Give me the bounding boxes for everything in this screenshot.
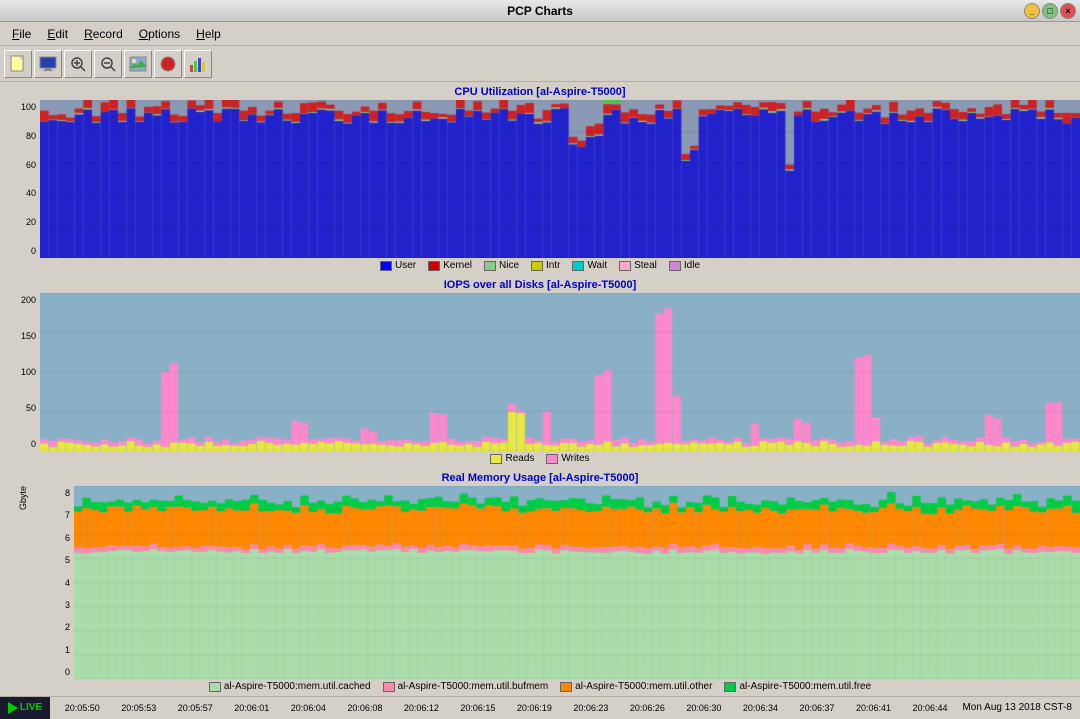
- legend-other: al-Aspire-T5000:mem.util.other: [560, 681, 712, 692]
- legend-kernel: Kernel: [428, 260, 472, 271]
- memory-y-axis: 8 7 6 5 4 3 2 1 0: [50, 486, 74, 679]
- iops-chart-container: 200 150 100 50 0: [0, 293, 1080, 451]
- cpu-chart-section: CPU Utilization [al-Aspire-T5000] 100 80…: [0, 82, 1080, 275]
- cpu-canvas: [40, 100, 1080, 258]
- window-controls: _ □ ×: [1024, 3, 1076, 19]
- legend-free: al-Aspire-T5000:mem.util.free: [724, 681, 871, 692]
- menu-options[interactable]: Options: [131, 25, 188, 43]
- legend-steal: Steal: [619, 260, 657, 271]
- chart-type-button[interactable]: [184, 50, 212, 78]
- zoom-out-button[interactable]: [94, 50, 122, 78]
- iops-canvas: [40, 293, 1080, 451]
- time-axis: 20:05:50 20:05:53 20:05:57 20:06:01 20:0…: [50, 703, 962, 713]
- close-button[interactable]: ×: [1060, 3, 1076, 19]
- iops-legend: Reads Writes: [0, 451, 1080, 466]
- monitor-button[interactable]: [34, 50, 62, 78]
- legend-color-user: [380, 261, 392, 271]
- legend-wait: Wait: [572, 260, 607, 271]
- titlebar-title: PCP Charts: [507, 4, 573, 18]
- live-indicator: LIVE: [0, 697, 50, 719]
- cpu-chart-container: 100 80 60 40 20 0: [0, 100, 1080, 258]
- legend-intr: Intr: [531, 260, 560, 271]
- iops-chart-title: IOPS over all Disks [al-Aspire-T5000]: [0, 279, 1080, 291]
- memory-y-label: Gbyte: [18, 486, 32, 510]
- live-label: LIVE: [20, 702, 42, 713]
- minimize-button[interactable]: _: [1024, 3, 1040, 19]
- toolbar: [0, 46, 1080, 82]
- legend-color-bufmem: [383, 682, 395, 692]
- legend-user: User: [380, 260, 416, 271]
- maximize-button[interactable]: □: [1042, 3, 1058, 19]
- zoom-in-button[interactable]: [64, 50, 92, 78]
- legend-cached: al-Aspire-T5000:mem.util.cached: [209, 681, 371, 692]
- legend-writes: Writes: [546, 453, 589, 464]
- cpu-y-axis: 100 80 60 40 20 0: [0, 100, 40, 258]
- iops-y-axis: 200 150 100 50 0: [0, 293, 40, 451]
- legend-idle: Idle: [669, 260, 700, 271]
- legend-color-idle: [669, 261, 681, 271]
- menu-edit[interactable]: Edit: [39, 25, 76, 43]
- titlebar: PCP Charts _ □ ×: [0, 0, 1080, 22]
- main-content: CPU Utilization [al-Aspire-T5000] 100 80…: [0, 82, 1080, 696]
- menu-file[interactable]: File: [4, 25, 39, 43]
- legend-color-free: [724, 682, 736, 692]
- new-button[interactable]: [4, 50, 32, 78]
- cpu-chart-area: [40, 100, 1080, 258]
- live-play-icon: [8, 702, 18, 714]
- memory-legend: al-Aspire-T5000:mem.util.cached al-Aspir…: [0, 679, 1080, 694]
- export-image-button[interactable]: [124, 50, 152, 78]
- legend-color-wait: [572, 261, 584, 271]
- iops-chart-section: IOPS over all Disks [al-Aspire-T5000] 20…: [0, 275, 1080, 468]
- legend-color-cached: [209, 682, 221, 692]
- statusbar: LIVE 20:05:50 20:05:53 20:05:57 20:06:01…: [0, 696, 1080, 718]
- memory-chart-section: Real Memory Usage [al-Aspire-T5000] Gbyt…: [0, 468, 1080, 696]
- menu-help[interactable]: Help: [188, 25, 229, 43]
- menubar: File Edit Record Options Help: [0, 22, 1080, 46]
- menu-record[interactable]: Record: [76, 25, 131, 43]
- legend-reads: Reads: [490, 453, 534, 464]
- legend-color-intr: [531, 261, 543, 271]
- legend-color-writes: [546, 454, 558, 464]
- cpu-legend: User Kernel Nice Intr Wait Steal: [0, 258, 1080, 273]
- legend-color-steal: [619, 261, 631, 271]
- legend-color-other: [560, 682, 572, 692]
- legend-bufmem: al-Aspire-T5000:mem.util.bufmem: [383, 681, 549, 692]
- legend-color-nice: [484, 261, 496, 271]
- legend-color-kernel: [428, 261, 440, 271]
- memory-chart-container: Gbyte 8 7 6 5 4 3 2 1 0: [0, 486, 1080, 679]
- memory-chart-title: Real Memory Usage [al-Aspire-T5000]: [0, 472, 1080, 484]
- legend-color-reads: [490, 454, 502, 464]
- datetime-display: Mon Aug 13 2018 CST-8: [962, 702, 1080, 713]
- iops-chart-area: [40, 293, 1080, 451]
- memory-chart-area: [74, 486, 1080, 679]
- cpu-chart-title: CPU Utilization [al-Aspire-T5000]: [0, 86, 1080, 98]
- legend-nice: Nice: [484, 260, 519, 271]
- record-button[interactable]: [154, 50, 182, 78]
- memory-canvas: [74, 486, 1080, 679]
